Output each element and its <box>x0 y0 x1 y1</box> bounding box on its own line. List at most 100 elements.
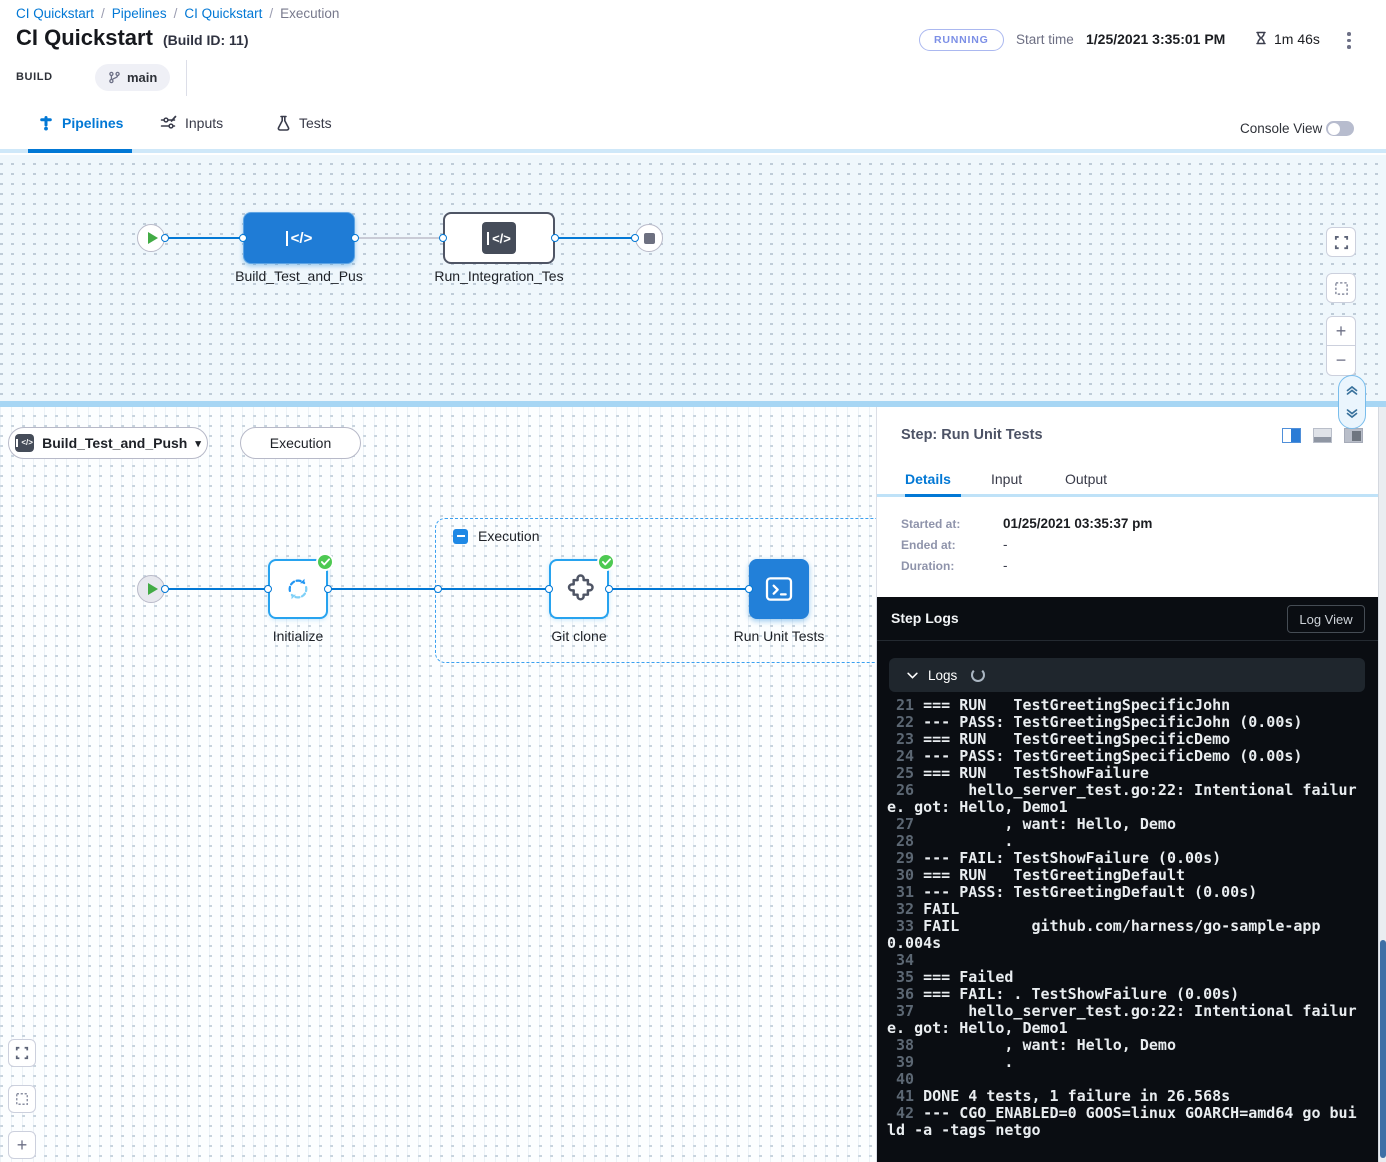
stage-label: Build_Test_and_Pus <box>223 268 375 284</box>
git-branch-icon <box>108 71 121 84</box>
log-line: 33 FAIL github.com/harness/go-sample-app… <box>887 918 1357 952</box>
tab-details[interactable]: Details <box>905 471 951 487</box>
log-line: 38 , want: Hello, Demo <box>887 1037 1357 1054</box>
logs-section-label: Logs <box>928 668 957 683</box>
layout-right-collapsed-icon[interactable] <box>1344 428 1363 443</box>
connector <box>165 588 268 590</box>
log-line: 36 === FAIL: . TestShowFailure (0.00s) <box>887 986 1357 1003</box>
console-view-label: Console View <box>1240 121 1322 136</box>
stage-node-run-integration-test[interactable]: </> <box>443 212 555 264</box>
pipelines-icon <box>38 115 54 131</box>
log-line: 32 FAIL <box>887 901 1357 918</box>
logs-collapse-bar[interactable]: Logs <box>889 658 1365 692</box>
tab-inputs[interactable]: Inputs <box>160 115 223 131</box>
step-panel-title: Step: Run Unit Tests <box>901 427 1043 443</box>
branch-chip: main <box>95 64 170 91</box>
step-node-git-clone[interactable] <box>549 559 609 619</box>
node-port <box>545 585 553 593</box>
node-port <box>351 234 359 242</box>
log-line: 29 --- FAIL: TestShowFailure (0.00s) <box>887 850 1357 867</box>
step-node-initialize[interactable] <box>268 559 328 619</box>
layout-split-right-icon[interactable] <box>1282 428 1301 443</box>
step-node-run-unit-tests[interactable] <box>749 559 809 619</box>
log-line: 42 --- CGO_ENABLED=0 GOOS=linux GOARCH=a… <box>887 1105 1357 1139</box>
tab-input[interactable]: Input <box>991 471 1022 487</box>
stage-label: Run_Integration_Tes <box>423 268 575 284</box>
layout-bottom-icon[interactable] <box>1313 428 1332 443</box>
node-port <box>324 585 332 593</box>
fullscreen-button[interactable] <box>8 1039 36 1067</box>
tabbar-baseline <box>0 149 1386 153</box>
log-line: 37 hello_server_test.go:22: Intentional … <box>887 1003 1357 1037</box>
hourglass-icon <box>1253 30 1269 46</box>
panel-tab-active-indicator <box>905 494 961 497</box>
chevron-down-icon: ▾ <box>195 437 201 450</box>
node-port <box>631 234 639 242</box>
fullscreen-button[interactable] <box>1326 227 1356 257</box>
selection-tool-button[interactable] <box>1326 273 1356 303</box>
chevron-down-icon <box>907 672 918 679</box>
node-port <box>161 585 169 593</box>
tab-pipelines[interactable]: Pipelines <box>38 115 123 131</box>
execution-view-label: Execution <box>270 435 331 451</box>
success-check-icon <box>597 553 615 571</box>
zoom-out-button[interactable]: − <box>1326 346 1356 376</box>
breadcrumb-separator: / <box>174 6 178 21</box>
terminal-icon <box>763 574 795 604</box>
log-line: 31 --- PASS: TestGreetingDefault (0.00s) <box>887 884 1357 901</box>
breadcrumb-link-pipeline[interactable]: CI Quickstart <box>184 6 262 21</box>
tab-pipelines-label: Pipelines <box>62 115 123 131</box>
log-line: 24 --- PASS: TestGreetingSpecificDemo (0… <box>887 748 1357 765</box>
started-at-value: 01/25/2021 03:35:37 pm <box>1003 516 1152 531</box>
step-details-panel: Step: Run Unit Tests Details Input Outpu… <box>876 407 1386 1162</box>
canvas-collapse-control[interactable] <box>1338 375 1366 429</box>
zoom-in-button[interactable]: + <box>1326 316 1356 346</box>
inputs-icon <box>160 115 177 131</box>
breadcrumb-link-pipelines[interactable]: Pipelines <box>112 6 167 21</box>
console-view-toggle[interactable] <box>1326 121 1354 136</box>
start-time-label: Start time <box>1016 32 1074 47</box>
connector <box>609 588 749 590</box>
node-port <box>239 234 247 242</box>
step-logs-title: Step Logs <box>891 610 959 626</box>
connector <box>555 237 635 239</box>
duration-value: - <box>1003 558 1008 573</box>
log-line: 26 hello_server_test.go:22: Intentional … <box>887 782 1357 816</box>
stage-node-build-test-and-push[interactable]: </> <box>243 212 355 264</box>
stage-selector-dropdown[interactable]: </> Build_Test_and_Push ▾ <box>8 427 208 459</box>
breadcrumb-link-project[interactable]: CI Quickstart <box>16 6 94 21</box>
tab-active-indicator <box>28 149 132 153</box>
overflow-menu-icon[interactable] <box>1343 28 1355 53</box>
step-label: Initialize <box>248 628 348 644</box>
node-port <box>161 234 169 242</box>
log-view-button[interactable]: Log View <box>1287 605 1365 633</box>
log-line: 23 === RUN TestGreetingSpecificDemo <box>887 731 1357 748</box>
log-line: 22 --- PASS: TestGreetingSpecificJohn (0… <box>887 714 1357 731</box>
execution-view-button[interactable]: Execution <box>240 427 361 459</box>
tab-output[interactable]: Output <box>1065 471 1107 487</box>
breadcrumb-current: Execution <box>280 6 339 21</box>
log-line: 25 === RUN TestShowFailure <box>887 765 1357 782</box>
success-check-icon <box>316 553 334 571</box>
selection-tool-button[interactable] <box>8 1085 36 1113</box>
zoom-in-button[interactable]: + <box>8 1131 36 1159</box>
tab-tests[interactable]: Tests <box>276 115 332 131</box>
log-line: 41 DONE 4 tests, 1 failure in 26.568s <box>887 1088 1357 1105</box>
code-icon: </> <box>15 434 34 452</box>
group-label: Execution <box>478 528 539 544</box>
code-icon: </> <box>482 222 516 254</box>
status-badge: RUNNING <box>919 29 1004 51</box>
step-label: Git clone <box>529 628 629 644</box>
node-port <box>264 585 272 593</box>
panel-scrollbar-thumb[interactable] <box>1380 940 1386 1158</box>
node-port <box>439 234 447 242</box>
flask-icon <box>276 115 291 131</box>
started-at-label: Started at: <box>901 517 960 531</box>
panel-scrollbar-track <box>1378 407 1386 1162</box>
collapse-group-icon[interactable] <box>453 529 468 544</box>
pipeline-canvas[interactable]: </> </> Build_Test_and_Pus Run_Integrati… <box>0 155 1386 401</box>
branch-name: main <box>127 70 157 85</box>
execution-tab-bar: Pipelines Inputs Tests Console View <box>0 100 1386 153</box>
log-line: 27 , want: Hello, Demo <box>887 816 1357 833</box>
node-port <box>551 234 559 242</box>
